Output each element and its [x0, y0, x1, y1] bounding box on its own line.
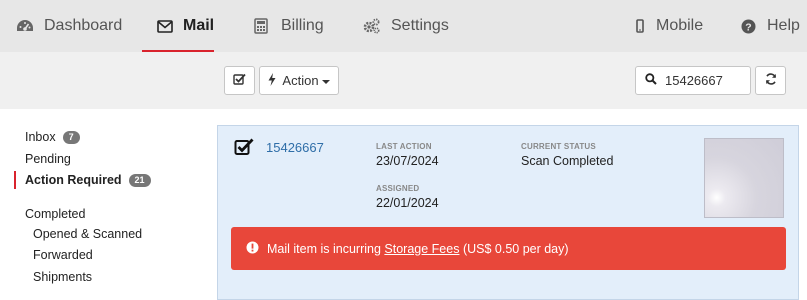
top-navbar: Dashboard Mail Billing Settings Mobile ?…	[0, 0, 807, 53]
storage-fees-link[interactable]: Storage Fees	[384, 242, 459, 256]
sidebar-item-label: Shipments	[33, 270, 93, 284]
select-all-button[interactable]	[224, 66, 255, 95]
action-label: Action	[282, 73, 319, 88]
svg-text:?: ?	[745, 21, 751, 33]
sidebar-item-label: Completed	[25, 207, 86, 221]
nav-mobile[interactable]: Mobile	[636, 0, 703, 52]
sidebar-item-label: Action Required	[25, 173, 122, 187]
storage-fee-alert: Mail item is incurring Storage Fees (US$…	[231, 227, 786, 270]
search-box	[635, 66, 751, 95]
bolt-icon	[268, 72, 276, 89]
nav-billing[interactable]: Billing	[254, 0, 324, 52]
last-action-value: 23/07/2024	[376, 154, 439, 168]
sidebar-item-forwarded[interactable]: Forwarded	[33, 248, 93, 262]
sidebar-item-label: Forwarded	[33, 248, 93, 262]
alert-text: Mail item is incurring Storage Fees (US$…	[267, 242, 569, 256]
sidebar-item-inbox[interactable]: Inbox 7	[25, 130, 80, 144]
nav-mail-label: Mail	[183, 17, 215, 34]
assigned-value: 22/01/2024	[376, 196, 439, 210]
toolbar: Action	[0, 52, 807, 109]
mobile-icon	[636, 19, 644, 33]
mail-item-card[interactable]: 15426667 LAST ACTION 23/07/2024 ASSIGNED…	[217, 125, 799, 300]
mail-item-thumbnail[interactable]	[704, 138, 784, 218]
checkbox-icon	[233, 72, 246, 90]
mail-item-id-link[interactable]: 15426667	[266, 140, 324, 155]
nav-dashboard[interactable]: Dashboard	[16, 0, 122, 52]
item-checkbox[interactable]	[234, 138, 254, 161]
calculator-icon	[254, 18, 268, 34]
alert-suffix: (US$ 0.50 per day)	[462, 241, 569, 256]
sidebar-item-shipments[interactable]: Shipments	[33, 270, 92, 284]
envelope-icon	[157, 19, 173, 33]
last-action-label: LAST ACTION	[376, 142, 432, 151]
nav-settings[interactable]: Settings	[362, 0, 449, 52]
count-badge: 21	[128, 173, 151, 187]
nav-settings-label: Settings	[391, 17, 449, 34]
count-badge: 7	[62, 130, 80, 144]
nav-mail[interactable]: Mail	[157, 0, 214, 52]
alert-prefix: Mail item is incurring	[267, 241, 381, 256]
sidebar-item-action-required[interactable]: Action Required 21	[25, 173, 151, 187]
nav-billing-label: Billing	[281, 17, 324, 34]
current-status-value: Scan Completed	[521, 154, 614, 168]
refresh-button[interactable]	[755, 66, 786, 95]
nav-help[interactable]: ? Help	[741, 0, 800, 52]
checked-checkbox-icon	[234, 138, 254, 160]
refresh-icon	[765, 72, 777, 90]
sidebar-item-label: Opened & Scanned	[33, 227, 143, 241]
action-dropdown-button[interactable]: Action	[259, 66, 339, 95]
sidebar-item-opened-scanned[interactable]: Opened & Scanned	[33, 227, 142, 241]
dashboard-icon	[16, 18, 34, 34]
sidebar-item-label: Inbox	[25, 130, 56, 144]
search-icon	[636, 72, 657, 90]
active-item-marker	[14, 171, 16, 189]
question-circle-icon: ?	[741, 19, 756, 34]
nav-help-label: Help	[767, 17, 800, 34]
exclamation-circle-icon	[231, 241, 259, 257]
sidebar-item-completed[interactable]: Completed	[25, 207, 85, 221]
nav-dashboard-label: Dashboard	[44, 17, 123, 34]
search-input[interactable]	[665, 73, 747, 88]
caret-down-icon	[321, 79, 330, 84]
sidebar-item-pending[interactable]: Pending	[25, 152, 71, 166]
nav-mobile-label: Mobile	[656, 17, 704, 34]
current-status-label: CURRENT STATUS	[521, 142, 596, 151]
sidebar: Inbox 7 Pending Action Required 21 Compl…	[0, 109, 210, 293]
sidebar-item-label: Pending	[25, 152, 71, 166]
cogs-icon	[362, 18, 380, 34]
assigned-label: ASSIGNED	[376, 184, 420, 193]
